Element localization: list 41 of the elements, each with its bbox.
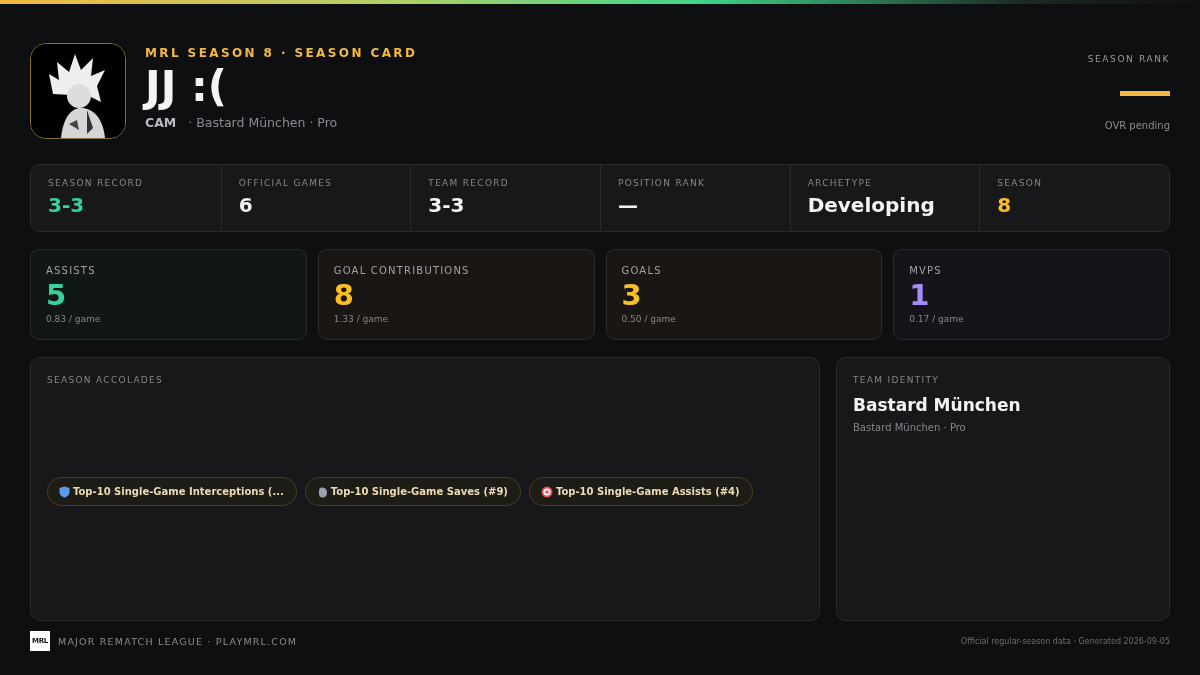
per-game: 0.17 / game — [909, 314, 965, 324]
rank-placeholder — [1120, 91, 1170, 96]
summary-value: 8 — [997, 193, 1013, 217]
summary-value: 3-3 — [428, 193, 466, 217]
card-eyebrow: MRL SEASON 8 · SEASON CARD — [145, 46, 419, 60]
stat-label: ASSISTS — [46, 265, 97, 276]
team-name: Bastard München — [853, 395, 1022, 415]
shield-icon — [59, 485, 70, 498]
panel-title: TEAM IDENTITY — [853, 375, 941, 385]
stat-label: GOAL CONTRIBUTIONS — [333, 265, 471, 276]
league-name: MAJOR REMATCH LEAGUE · PLAYMRL.COM — [58, 635, 298, 647]
summary-value: 6 — [238, 193, 254, 217]
stat-value: 1 — [909, 279, 931, 311]
accolade-label: Top-10 Single-Game Assists (#4) — [555, 486, 740, 497]
data-note: Official regular-season data · Generated 2026-09-05 — [960, 636, 1170, 646]
per-game: 1.33 / game — [333, 314, 390, 324]
panel-title: SEASON ACCOLADES — [47, 375, 165, 385]
summary-label: TEAM RECORD — [428, 178, 511, 188]
player-position: CAM — [145, 115, 177, 130]
stat-label: GOALS — [621, 265, 663, 276]
stat-value: 3 — [621, 279, 643, 311]
rank-label: SEASON RANK — [1087, 54, 1170, 64]
summary-label: SEASON — [997, 178, 1044, 188]
target-icon — [540, 485, 553, 498]
summary-value: 3-3 — [48, 193, 86, 217]
stat-label: MVPS — [909, 265, 943, 276]
per-game: 0.83 / game — [46, 314, 102, 324]
accolade-label: Top-10 Single-Game Interceptions (... — [73, 486, 284, 497]
summary-label: ARCHETYPE — [807, 178, 874, 188]
rank-note: OVR pending — [1104, 120, 1170, 131]
team-subtitle: Bastard München · Pro — [853, 422, 967, 433]
stat-value: 5 — [46, 279, 68, 311]
summary-label: POSITION RANK — [618, 178, 707, 188]
summary-value: Developing — [807, 193, 936, 217]
team-line: · Bastard München · Pro — [188, 115, 338, 130]
stat-value: 8 — [333, 279, 355, 311]
summary-label: OFFICIAL GAMES — [238, 178, 334, 188]
summary-label: SEASON RECORD — [48, 178, 145, 188]
summary-value: — — [618, 193, 639, 217]
accolade-label: Top-10 Single-Game Saves (#9) — [330, 486, 508, 497]
per-game: 0.50 / game — [621, 314, 677, 324]
